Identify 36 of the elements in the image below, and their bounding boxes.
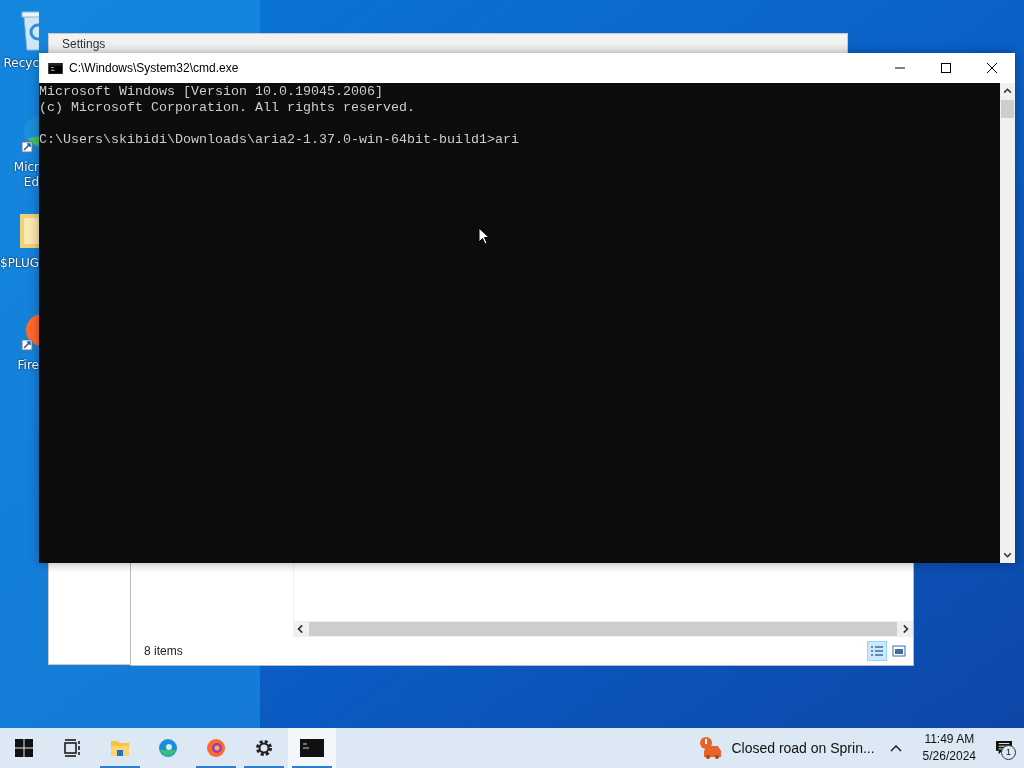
- notification-count: 1: [1001, 745, 1016, 760]
- console-line: (c) Microsoft Corporation. All rights reserved.: [39, 100, 416, 116]
- task-view-icon: [62, 738, 82, 758]
- gear-icon: [254, 738, 274, 758]
- folder-icon: [110, 738, 130, 758]
- console-icon: [300, 739, 324, 757]
- clock-time: 11:49 AM: [924, 731, 975, 748]
- mouse-cursor-icon: [478, 227, 490, 245]
- clock[interactable]: 11:49 AM 5/26/2024: [914, 731, 984, 765]
- console-app-icon: [48, 62, 63, 74]
- desktop-icon-label: $PLUG: [0, 256, 39, 271]
- browser-icon: [158, 738, 178, 758]
- maximize-icon: [940, 62, 952, 74]
- close-icon: [986, 62, 998, 74]
- details-view-button[interactable]: [867, 641, 887, 661]
- firefox-icon: [206, 738, 226, 758]
- horizontal-scrollbar[interactable]: [293, 621, 913, 637]
- window-title: C:\Windows\System32\cmd.exe: [69, 61, 240, 75]
- details-list-icon: [870, 645, 884, 657]
- desktop-icon-label: Recyc: [2, 56, 39, 71]
- desktop-icon-label: Micr: [12, 160, 39, 175]
- taskbar-cmd-button[interactable]: [288, 728, 336, 768]
- windows-logo-icon: [14, 738, 34, 758]
- command-prompt-line: C:\Users\skibidi\Downloads\aria2-1.37.0-win-64bit-build1>ari: [39, 132, 520, 148]
- window-title: Settings: [62, 37, 106, 51]
- scroll-thumb[interactable]: [309, 622, 897, 636]
- large-icons-icon: [892, 645, 906, 657]
- desktop-icon-label: Fire: [16, 358, 39, 373]
- scroll-thumb[interactable]: [1001, 100, 1014, 118]
- vertical-scrollbar[interactable]: [1000, 83, 1015, 563]
- console-line: Microsoft Windows [Version 10.0.19045.2006]: [39, 84, 384, 100]
- show-hidden-icons-chevron-icon[interactable]: [888, 743, 903, 753]
- news-notification[interactable]: Closed road on Sprin...: [731, 740, 875, 756]
- clock-date: 5/26/2024: [922, 748, 976, 765]
- item-count: 8 items: [144, 644, 183, 658]
- desktop-icon-label: Ed: [22, 175, 39, 190]
